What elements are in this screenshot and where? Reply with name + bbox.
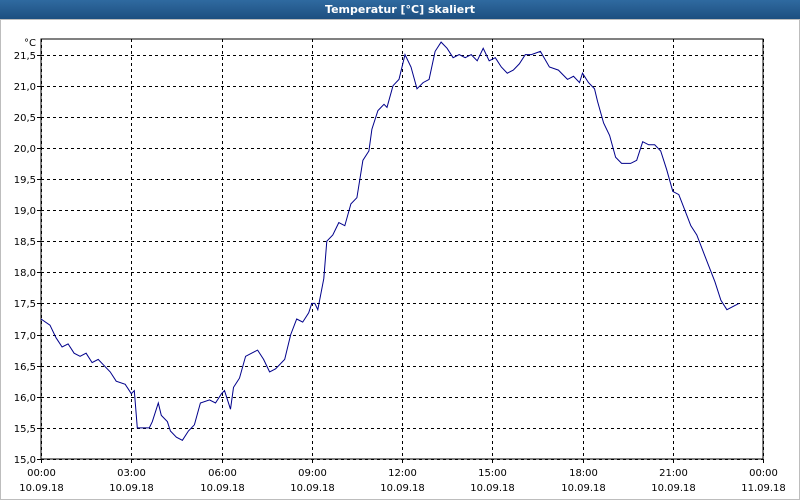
- temperature-chart: 15,0 15,5 16,0 16,5 17,0 17,5 18,0 18,5 19,0 19,5…: [14, 38, 786, 494]
- y-tick-label: 19,5: [14, 175, 36, 186]
- x-tick-date: 10.09.18: [380, 483, 425, 494]
- x-tick-time: 06:00: [208, 468, 237, 479]
- x-tick-time: 03:00: [117, 468, 146, 479]
- x-tick-time: 00:00: [749, 468, 778, 479]
- x-tick-date: 11.09.18: [741, 483, 786, 494]
- x-tick-time: 12:00: [388, 468, 417, 479]
- x-tick-date: 10.09.18: [109, 483, 154, 494]
- x-tick-time: 09:00: [298, 468, 327, 479]
- x-tick-time: 00:00: [27, 468, 56, 479]
- x-tick-time: 21:00: [659, 468, 688, 479]
- x-tick-date: 10.09.18: [561, 483, 606, 494]
- y-tick-label: 16,0: [14, 393, 36, 404]
- y-tick-label: 20,0: [14, 144, 36, 155]
- x-tick-time: 18:00: [569, 468, 598, 479]
- x-tick-date: 10.09.18: [290, 483, 335, 494]
- x-tick-date: 10.09.18: [200, 483, 245, 494]
- y-tick-label: 17,0: [14, 331, 36, 342]
- y-tick-label: 18,5: [14, 237, 36, 248]
- y-tick-label: 17,5: [14, 299, 36, 310]
- y-tick-label: 15,0: [14, 455, 36, 466]
- x-tick-date: 10.09.18: [470, 483, 515, 494]
- y-tick-label: 20,5: [14, 113, 36, 124]
- y-axis-label: °C: [24, 38, 36, 49]
- chart-title: Temperatur [°C] skaliert: [325, 3, 475, 16]
- y-tick-label: 16,5: [14, 362, 36, 373]
- x-tick-date: 10.09.18: [19, 483, 64, 494]
- y-tick-label: 18,0: [14, 268, 36, 279]
- y-tick-label: 15,5: [14, 424, 36, 435]
- y-tick-label: 19,0: [14, 206, 36, 217]
- y-tick-label: 21,5: [14, 51, 36, 62]
- x-tick-date: 10.09.18: [651, 483, 696, 494]
- x-tick-time: 15:00: [478, 468, 507, 479]
- y-tick-label: 21,0: [14, 82, 36, 93]
- chart-title-bar: Temperatur [°C] skaliert: [0, 0, 800, 19]
- chart-frame: 15,0 15,5 16,0 16,5 17,0 17,5 18,0 18,5 19,0 19,5…: [0, 19, 800, 500]
